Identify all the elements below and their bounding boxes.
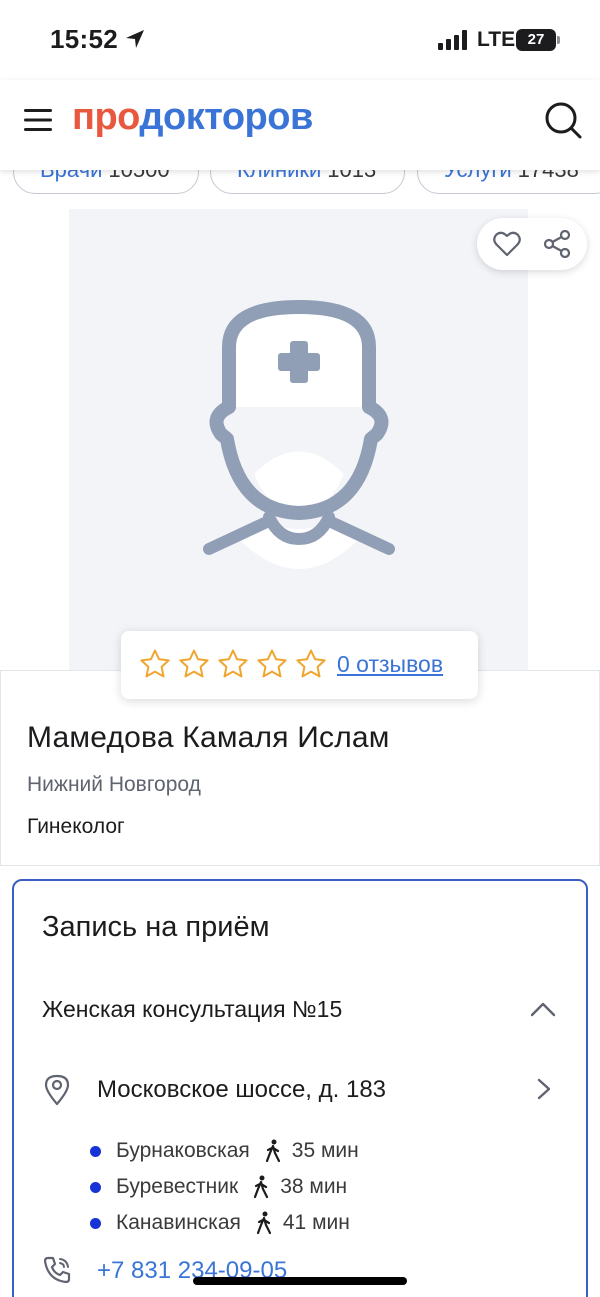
rating-card: 0 отзывов — [121, 631, 478, 699]
star-icon — [179, 649, 209, 678]
home-indicator — [193, 1277, 407, 1285]
star-icon — [140, 649, 170, 678]
metro-item: Буревестник 38 мин — [90, 1169, 490, 1205]
rating-stars — [139, 648, 327, 682]
appointment-card: Запись на приём Женская консультация №15… — [12, 879, 588, 1297]
reviews-link[interactable]: 0 отзывов — [337, 651, 443, 678]
metro-name: Канавинская — [116, 1211, 241, 1234]
star-icon — [296, 649, 326, 678]
doctor-city: Нижний Новгород — [27, 773, 201, 796]
location-arrow-icon — [126, 30, 144, 48]
walk-time: 38 мин — [280, 1175, 348, 1198]
doctor-name: Мамедова Камаля Ислам — [27, 721, 390, 754]
battery-level: 27 — [516, 29, 556, 51]
logo-part-pro: про — [72, 96, 140, 138]
search-icon[interactable] — [544, 101, 582, 139]
site-logo[interactable]: продокторов — [72, 96, 313, 139]
logo-part-doctorov: докторов — [139, 96, 313, 138]
star-icon — [218, 649, 248, 678]
photo-actions — [477, 218, 587, 270]
appointment-title: Запись на приём — [42, 911, 270, 943]
clinic-name[interactable]: Женская консультация №15 — [42, 996, 342, 1023]
walk-icon — [256, 1211, 271, 1235]
pin-icon — [44, 1074, 70, 1106]
walk-time: 35 мин — [291, 1139, 359, 1162]
metro-list: Бурнаковская 35 мин Буревестник 38 мин К… — [90, 1133, 490, 1241]
status-time: 15:52 — [50, 24, 118, 54]
doctor-photo — [69, 209, 528, 671]
signal-icon — [438, 30, 467, 50]
doctor-avatar-icon — [203, 299, 395, 569]
metro-dot — [90, 1181, 101, 1193]
star-icon — [257, 649, 287, 678]
walk-time: 41 мин — [282, 1211, 350, 1234]
menu-icon[interactable] — [24, 108, 52, 132]
chevron-right-icon[interactable] — [536, 1077, 552, 1101]
metro-name: Бурнаковская — [116, 1139, 250, 1162]
metro-item: Бурнаковская 35 мин — [90, 1133, 490, 1169]
metro-name: Буревестник — [116, 1175, 239, 1198]
walk-icon — [254, 1175, 269, 1199]
battery-icon: 27 — [516, 29, 560, 51]
metro-dot — [90, 1145, 101, 1157]
heart-icon[interactable] — [493, 231, 521, 257]
status-bar: 15:52 LTE 27 — [0, 0, 600, 80]
doctor-specialty: Гинеколог — [27, 815, 125, 838]
clinic-address[interactable]: Московское шоссе, д. 183 — [97, 1076, 386, 1104]
metro-item: Канавинская 41 мин — [90, 1205, 490, 1241]
battery-cap — [557, 36, 560, 44]
site-header: продокторов — [0, 80, 600, 170]
network-type: LTE — [477, 28, 516, 51]
walk-icon — [265, 1139, 280, 1163]
metro-dot — [90, 1217, 101, 1229]
phone-icon — [43, 1256, 71, 1284]
chevron-up-icon[interactable] — [530, 1000, 556, 1018]
doctor-info: Мамедова Камаля Ислам Нижний Новгород Ги… — [0, 670, 600, 866]
share-icon[interactable] — [543, 230, 571, 258]
